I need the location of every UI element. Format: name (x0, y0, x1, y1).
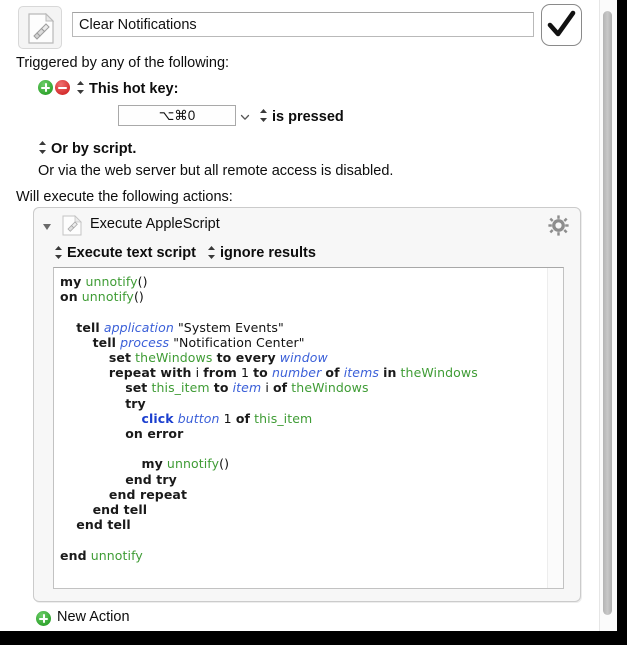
chevron-down-icon[interactable] (239, 110, 251, 122)
trigger-type-stepper-icon[interactable] (76, 80, 85, 95)
script-source-stepper-icon[interactable] (54, 245, 63, 260)
results-handling-label[interactable]: ignore results (220, 245, 316, 261)
scrollbar-thumb[interactable] (603, 11, 612, 615)
action-card: Execute AppleScript Execute text script … (33, 207, 581, 602)
applescript-document-icon[interactable] (18, 6, 62, 49)
hotkey-condition-label[interactable]: is pressed (272, 109, 344, 125)
script-trigger-label[interactable]: Or by script. (51, 141, 136, 157)
hotkey-trigger-label[interactable]: This hot key: (89, 81, 178, 97)
applescript-editor[interactable]: my unnotify() on unnotify() tell applica… (53, 267, 564, 589)
script-source-label[interactable]: Execute text script (67, 245, 196, 261)
hotkey-condition-stepper-icon[interactable] (259, 108, 268, 123)
new-action-label: New Action (57, 609, 130, 625)
actions-heading: Will execute the following actions: (16, 189, 233, 205)
macro-enabled-checkmark-button[interactable] (541, 4, 582, 46)
checkmark-icon (547, 10, 576, 37)
hotkey-input[interactable]: ⌥⌘0 (118, 105, 236, 126)
macro-header (0, 0, 600, 52)
applescript-source[interactable]: my unnotify() on unnotify() tell applica… (54, 268, 478, 563)
script-trigger-stepper-icon[interactable] (38, 140, 47, 155)
remove-trigger-button[interactable] (55, 80, 70, 95)
window-vertical-scrollbar[interactable] (599, 0, 617, 631)
code-editor-scrollbar[interactable] (547, 268, 563, 588)
results-handling-stepper-icon[interactable] (207, 245, 216, 260)
macro-editor-pane: Triggered by any of the following: This … (0, 0, 617, 631)
plus-circle-icon (36, 611, 51, 626)
triggers-heading: Triggered by any of the following: (16, 55, 230, 71)
web-server-note: Or via the web server but all remote acc… (38, 163, 394, 179)
add-trigger-button[interactable] (38, 80, 53, 95)
action-title: Execute AppleScript (90, 216, 220, 232)
gear-icon[interactable] (548, 215, 569, 236)
applescript-document-icon (62, 215, 82, 236)
macro-name-input[interactable] (72, 12, 534, 37)
disclosure-triangle-icon[interactable] (43, 224, 51, 230)
